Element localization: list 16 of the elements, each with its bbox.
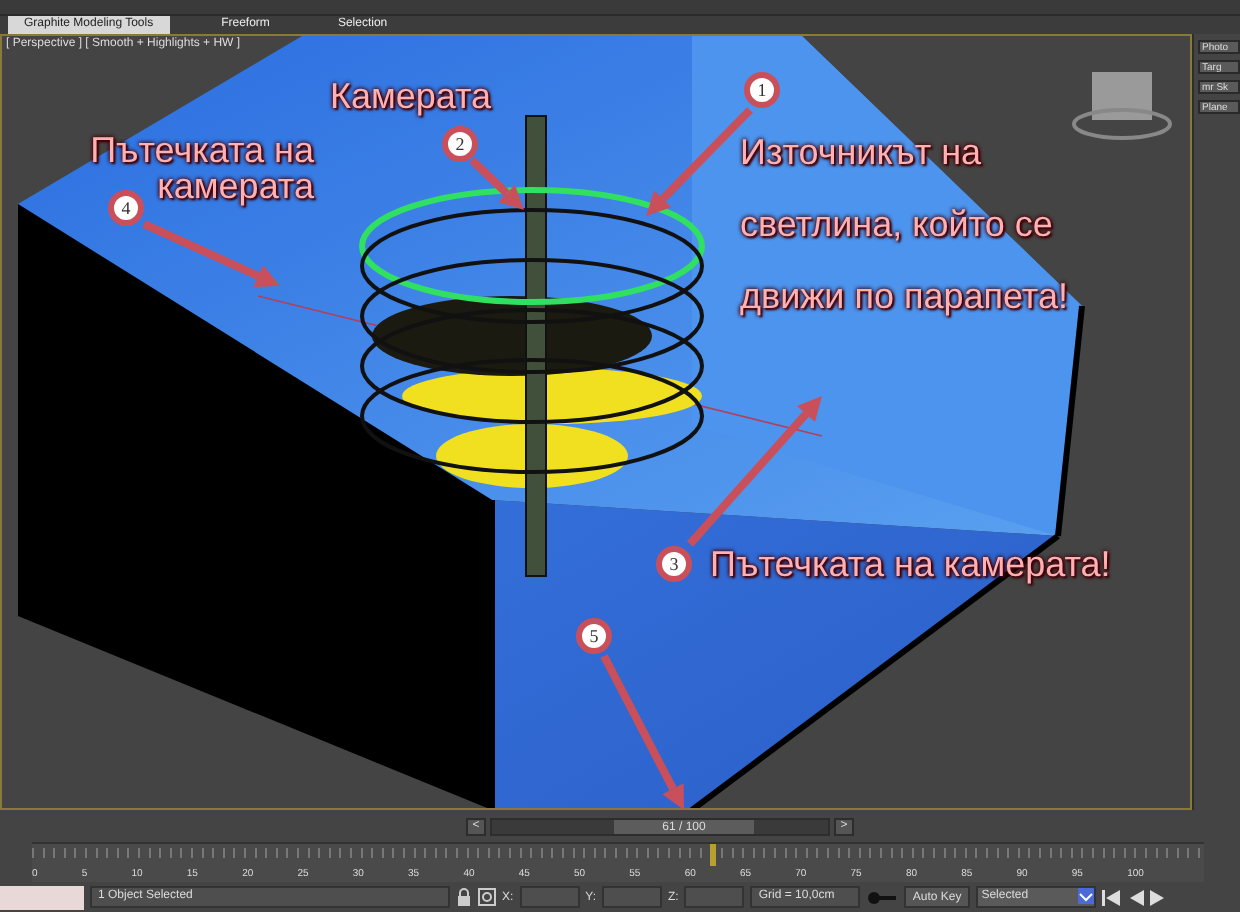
playhead[interactable]: [710, 844, 717, 866]
coordinate-field[interactable]: [684, 886, 745, 908]
view-cube-icon[interactable]: [1072, 72, 1172, 140]
coordinate-field[interactable]: [602, 886, 663, 908]
coordinate-field[interactable]: [519, 886, 580, 908]
crosshair-icon[interactable]: [478, 888, 496, 906]
go-to-start-icon[interactable]: [1101, 889, 1120, 905]
script-listener[interactable]: [0, 885, 84, 909]
annotation-text: Източникът на светлина, който се движи по парапета!: [740, 130, 1070, 320]
annotation-text: Камерата: [330, 76, 494, 116]
arrow: [142, 220, 280, 287]
previous-key-icon[interactable]: [1125, 889, 1144, 905]
caret-icon: [1077, 888, 1094, 904]
lock-icon[interactable]: [456, 888, 472, 906]
play-icon[interactable]: [1149, 889, 1164, 905]
arrow: [469, 157, 524, 210]
